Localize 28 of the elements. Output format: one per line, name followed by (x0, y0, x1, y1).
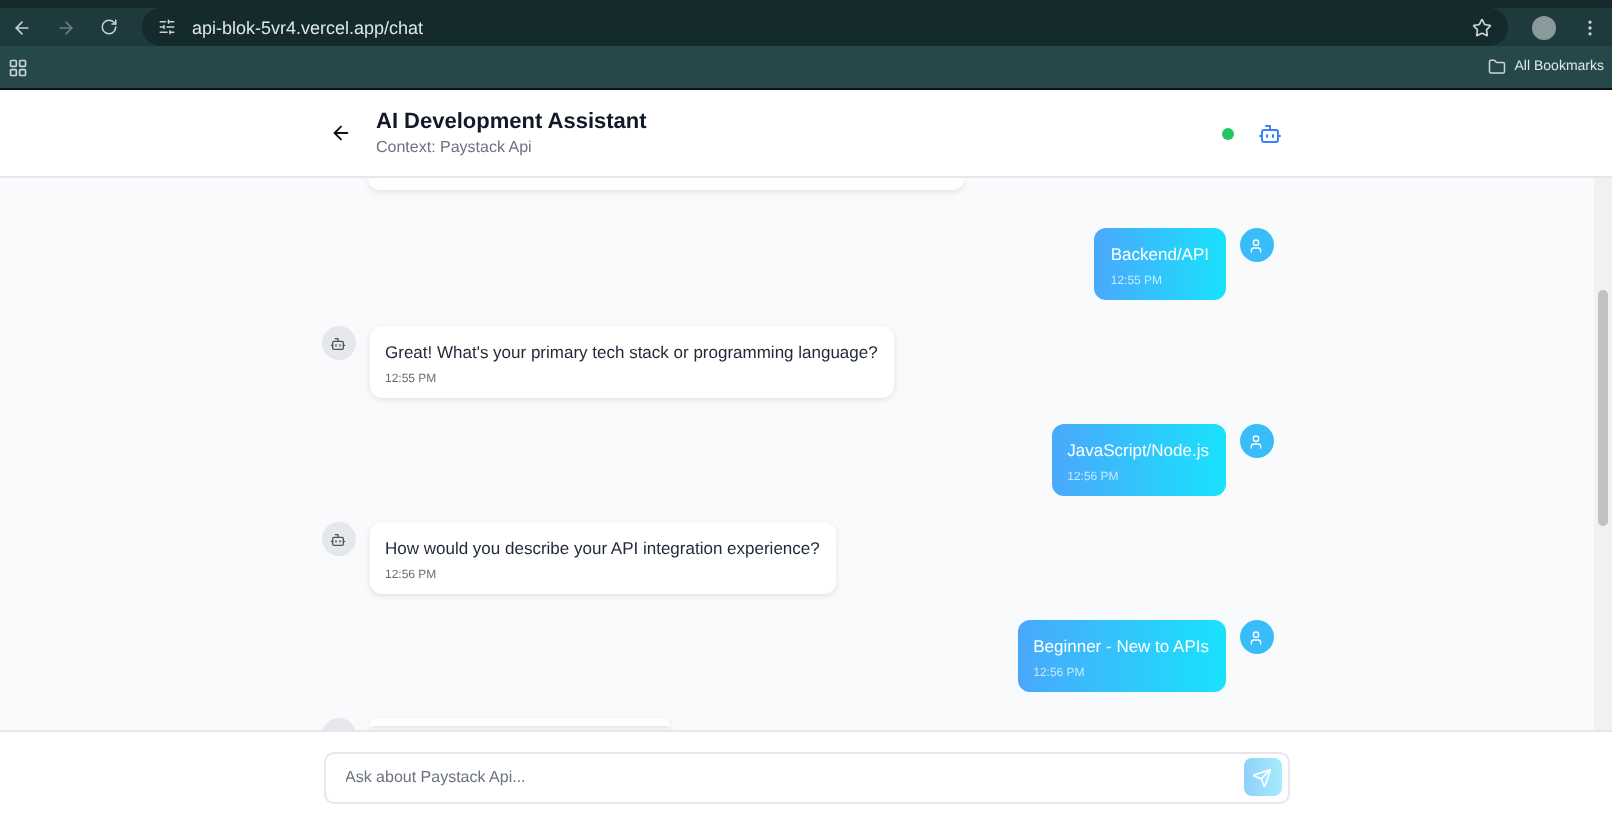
back-icon[interactable] (12, 17, 32, 37)
message-text: Backend/API (1110, 244, 1209, 264)
user-avatar (1239, 228, 1273, 262)
message-text: Great! What's your primary tech stack or programming language? (385, 342, 878, 362)
message-text: Beginner - New to APIs (1033, 636, 1209, 656)
address-bar[interactable]: api-blok-5vr4.vercel.app/chat (142, 8, 1508, 46)
site-info-icon[interactable] (158, 18, 176, 36)
back-icon[interactable] (330, 122, 352, 144)
reload-icon[interactable] (100, 18, 118, 36)
bookmark-star-icon[interactable] (1472, 17, 1492, 37)
profile-avatar[interactable] (1532, 15, 1556, 39)
user-avatar (1239, 424, 1273, 458)
forward-icon[interactable] (56, 17, 76, 37)
user-avatar (1239, 620, 1273, 654)
status-dot (1222, 127, 1234, 139)
bot-avatar (321, 522, 355, 556)
folder-icon[interactable] (1488, 58, 1507, 76)
message-text: How would you describe your API integration experience? (385, 538, 820, 558)
message-field[interactable]: Ask about Paystack Api... (323, 751, 1289, 803)
bot-icon (1258, 121, 1282, 145)
url-text: api-blok-5vr4.vercel.app/chat (192, 17, 426, 37)
message-input[interactable]: Ask about Paystack Api... (341, 766, 1231, 788)
bot-avatar (321, 326, 355, 360)
message-text: JavaScript/Node.js (1067, 440, 1209, 460)
chat-title: AI Development Assistant (376, 110, 649, 134)
scrollbar[interactable] (1594, 178, 1612, 730)
chat-context: Context: Paystack Api (376, 138, 534, 156)
apps-icon[interactable] (8, 57, 28, 77)
